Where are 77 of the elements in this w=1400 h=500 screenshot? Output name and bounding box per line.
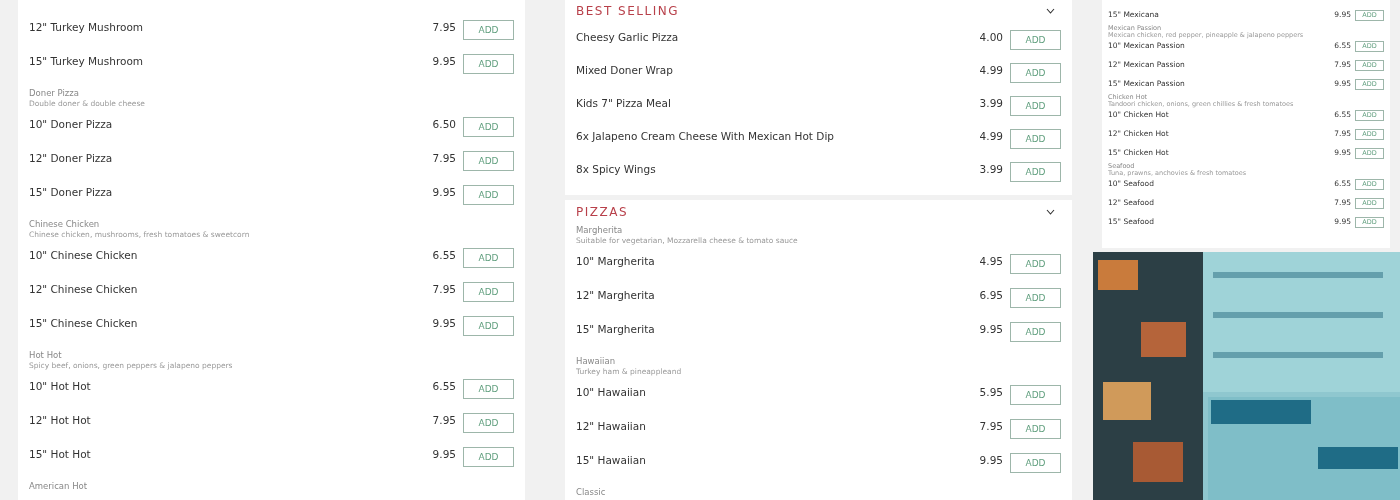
item-price: 4.95 — [979, 254, 1003, 268]
add-button[interactable]: ADD — [463, 151, 514, 171]
add-button[interactable]: ADD — [463, 282, 514, 302]
group-name: Classic — [576, 487, 607, 497]
item-name: 10" Margherita — [576, 254, 656, 268]
item-name: Kids 7" Pizza Meal — [576, 96, 672, 110]
item-name: 12" Chinese Chicken — [29, 282, 139, 296]
section-title: PIZZAS — [576, 205, 629, 219]
group-name: Hot Hot — [29, 350, 63, 360]
item-price: 9.95 — [432, 54, 456, 68]
item-price: 9.95 — [979, 322, 1003, 336]
item-name: 15" Turkey Mushroom — [29, 54, 145, 68]
item-price: 7.95 — [979, 419, 1003, 433]
add-button[interactable]: ADD — [1010, 63, 1061, 83]
item-price: 9.95 — [979, 453, 1003, 467]
chevron-down-icon[interactable] — [1046, 209, 1055, 215]
group-name: American Hot — [29, 481, 89, 491]
add-button[interactable]: ADD — [1010, 322, 1061, 342]
add-button[interactable]: ADD — [463, 248, 514, 268]
add-button[interactable]: ADD — [1010, 254, 1061, 274]
item-price: 7.95 — [432, 20, 456, 34]
item-price: 4.99 — [979, 129, 1003, 143]
add-button[interactable]: ADD — [1010, 419, 1061, 439]
item-name: 12" Doner Pizza — [29, 151, 114, 165]
add-button[interactable]: ADD — [463, 185, 514, 205]
item-name: 10" Hawaiian — [576, 385, 647, 399]
add-button[interactable]: ADD — [1010, 129, 1061, 149]
item-price: 7.95 — [432, 413, 456, 427]
item-name: 15" Hawaiian — [576, 453, 647, 467]
add-button[interactable]: ADD — [1010, 453, 1061, 473]
item-name: 12" Hot Hot — [29, 413, 92, 427]
item-price: 3.99 — [979, 162, 1003, 176]
item-price: 6.55 — [432, 379, 456, 393]
item-price: 4.00 — [979, 30, 1003, 44]
item-price: 4.99 — [979, 63, 1003, 77]
item-price: 9.95 — [432, 185, 456, 199]
add-button[interactable]: ADD — [1010, 30, 1061, 50]
add-button[interactable]: ADD — [463, 447, 514, 467]
item-name: 15" Doner Pizza — [29, 185, 114, 199]
add-button[interactable]: ADD — [1010, 385, 1061, 405]
item-name: 10" Hot Hot — [29, 379, 92, 393]
group-name: Margherita — [576, 225, 624, 235]
item-name: Mixed Doner Wrap — [576, 63, 674, 77]
add-button[interactable]: ADD — [463, 20, 514, 40]
item-name: Cheesy Garlic Pizza — [576, 30, 680, 44]
item-name: 15" Margherita — [576, 322, 656, 336]
item-name: 6x Jalapeno Cream Cheese With Mexican Hot Dip — [576, 129, 835, 143]
item-name: 15" Hot Hot — [29, 447, 92, 461]
item-price: 5.95 — [979, 385, 1003, 399]
item-price: 7.95 — [432, 282, 456, 296]
add-button[interactable]: ADD — [463, 54, 514, 74]
item-price: 7.95 — [432, 151, 456, 165]
item-name: 15" Chinese Chicken — [29, 316, 139, 330]
add-button[interactable]: ADD — [463, 379, 514, 399]
add-button[interactable]: ADD — [463, 117, 514, 137]
item-price: 6.55 — [432, 248, 456, 262]
add-button[interactable]: ADD — [1010, 96, 1061, 116]
item-name: 10" Doner Pizza — [29, 117, 114, 131]
item-name: 8x Spicy Wings — [576, 162, 657, 176]
item-price: 6.95 — [979, 288, 1003, 302]
add-button[interactable]: ADD — [463, 316, 514, 336]
group-name: Chinese Chicken — [29, 219, 101, 229]
group-name: Doner Pizza — [29, 88, 80, 98]
item-name: 10" Chinese Chicken — [29, 248, 139, 262]
item-name: 12" Turkey Mushroom — [29, 20, 145, 34]
item-price: 6.50 — [432, 117, 456, 131]
item-name: 12" Margherita — [576, 288, 656, 302]
add-button[interactable]: ADD — [1010, 162, 1061, 182]
section-title: BEST SELLING — [576, 4, 679, 18]
item-price: 9.95 — [432, 447, 456, 461]
item-name: 12" Hawaiian — [576, 419, 647, 433]
chevron-down-icon[interactable] — [1046, 8, 1055, 14]
item-price: 9.95 — [432, 316, 456, 330]
item-price: 3.99 — [979, 96, 1003, 110]
add-button[interactable]: ADD — [463, 413, 514, 433]
add-button[interactable]: ADD — [1010, 288, 1061, 308]
group-name: Hawaiian — [576, 356, 617, 366]
